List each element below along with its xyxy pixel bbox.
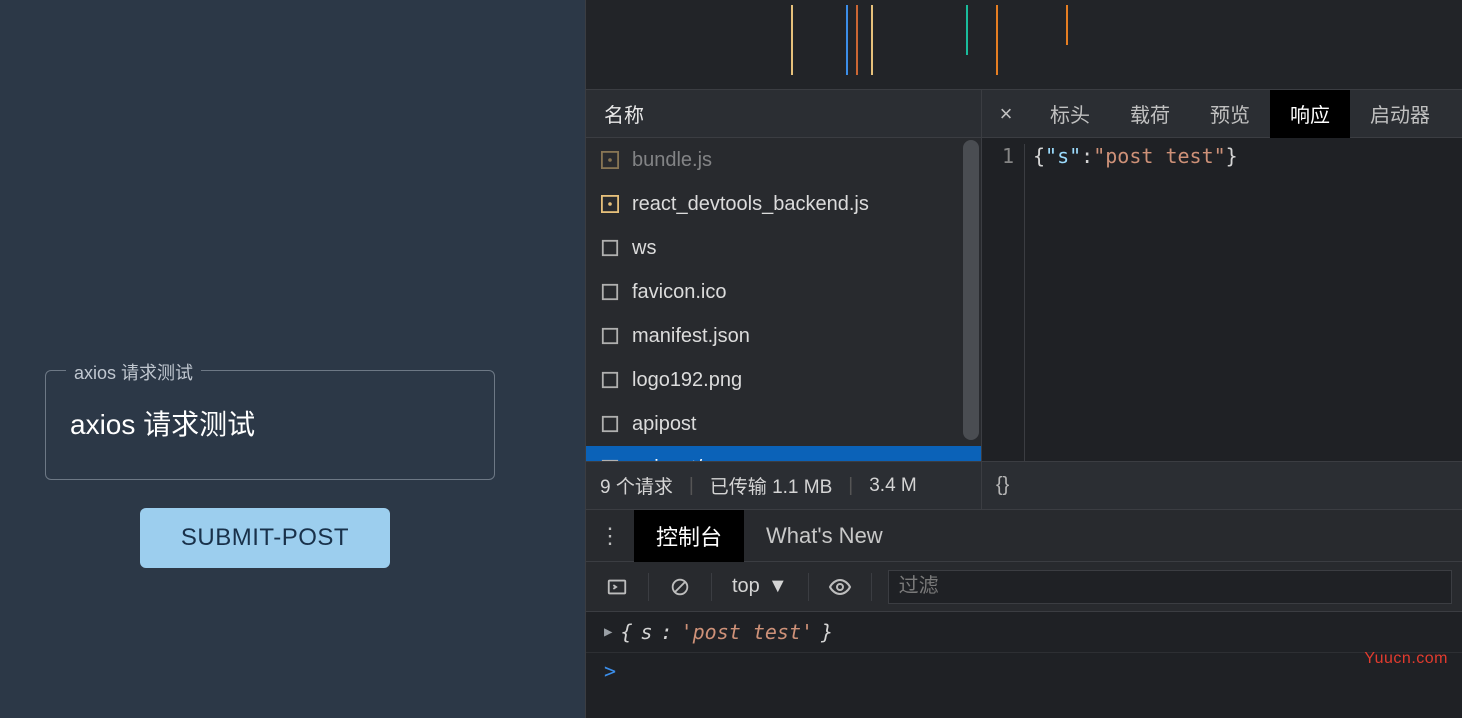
console-prompt[interactable]: >: [586, 653, 1462, 689]
pretty-print-bar[interactable]: {}: [982, 461, 1462, 509]
fieldset-legend: axios 请求测试: [66, 359, 201, 385]
timeline-marker: [1066, 5, 1068, 45]
timeline-marker: [846, 5, 848, 75]
network-pane: 名称 bundle.js react_devtools_backend.jsws f…: [586, 90, 1462, 510]
request-name: manifest.json: [632, 325, 750, 348]
network-column-header-name[interactable]: 名称: [586, 90, 981, 138]
document-file-icon: [600, 370, 620, 390]
close-icon[interactable]: ×: [982, 90, 1030, 138]
script-file-icon: [600, 194, 620, 214]
kebab-menu-icon[interactable]: ⋮: [586, 510, 634, 562]
request-name: apipost/: [632, 457, 702, 462]
tab-预览[interactable]: 预览: [1190, 90, 1270, 138]
request-name: react_devtools_backend.js: [632, 193, 869, 216]
watermark: Yuucn.com: [1364, 650, 1448, 668]
network-request-row[interactable]: logo192.png: [586, 358, 981, 402]
clear-console-icon[interactable]: [659, 569, 701, 605]
console-toolbar: top ▼: [586, 562, 1462, 612]
timeline-marker: [966, 5, 968, 55]
network-detail-panel: × 标头载荷预览响应启动器 1 {"s":"post test"} {}: [982, 90, 1462, 509]
request-name: apipost: [632, 413, 697, 436]
submit-post-button[interactable]: SUBMIT-POST: [140, 508, 390, 568]
response-json: {"s":"post test"}: [1024, 144, 1238, 461]
tab-响应[interactable]: 响应: [1270, 90, 1350, 138]
tab-载荷[interactable]: 载荷: [1110, 90, 1190, 138]
document-file-icon: [600, 414, 620, 434]
tab-console[interactable]: 控制台: [634, 510, 744, 562]
document-file-icon: [600, 326, 620, 346]
network-request-list[interactable]: bundle.js react_devtools_backend.jsws favi…: [586, 138, 981, 461]
axios-fieldset: axios 请求测试 axios 请求测试: [45, 370, 495, 480]
request-name: bundle.js: [632, 149, 712, 172]
console-sidebar-toggle-icon[interactable]: [596, 569, 638, 605]
network-timeline[interactable]: [586, 0, 1462, 90]
network-request-row[interactable]: favicon.ico: [586, 270, 981, 314]
request-name: favicon.ico: [632, 281, 727, 304]
network-request-row[interactable]: bundle.js: [586, 138, 981, 182]
timeline-marker: [791, 5, 793, 75]
line-number: 1: [982, 144, 1024, 461]
network-summary: 9 个请求 | 已传输 1.1 MB | 3.4 M: [586, 461, 981, 509]
network-requests-column: 名称 bundle.js react_devtools_backend.jsws f…: [586, 90, 982, 509]
drawer-tabs: ⋮ 控制台 What's New: [586, 510, 1462, 562]
execution-context-selector[interactable]: top ▼: [722, 575, 798, 598]
network-request-row[interactable]: react_devtools_backend.js: [586, 182, 981, 226]
document-file-icon: [600, 238, 620, 258]
document-file-icon: [600, 282, 620, 302]
scrollbar[interactable]: [963, 140, 979, 440]
detail-tabs: × 标头载荷预览响应启动器: [982, 90, 1462, 138]
console-filter-input[interactable]: [888, 570, 1452, 604]
tab-标头[interactable]: 标头: [1030, 90, 1110, 138]
tab-启动器[interactable]: 启动器: [1350, 90, 1450, 138]
app-panel: axios 请求测试 axios 请求测试 SUBMIT-POST: [0, 0, 585, 718]
script-file-icon: [600, 150, 620, 170]
network-request-row[interactable]: apipost/: [586, 446, 981, 461]
console-body[interactable]: ▶ {s: 'post test'} >: [586, 612, 1462, 718]
prompt-caret-icon: >: [604, 659, 616, 683]
console-log-row[interactable]: ▶ {s: 'post test'}: [586, 612, 1462, 653]
expand-caret-icon[interactable]: ▶: [604, 624, 612, 640]
network-request-row[interactable]: manifest.json: [586, 314, 981, 358]
devtools-panel: 名称 bundle.js react_devtools_backend.jsws f…: [585, 0, 1462, 718]
tab-whats-new[interactable]: What's New: [744, 510, 905, 562]
network-request-row[interactable]: apipost: [586, 402, 981, 446]
response-body[interactable]: 1 {"s":"post test"}: [982, 138, 1462, 461]
summary-request-count: 9 个请求: [600, 472, 673, 499]
request-name: logo192.png: [632, 369, 742, 392]
timeline-marker: [871, 5, 873, 75]
document-file-icon: [600, 458, 620, 461]
timeline-marker: [996, 5, 998, 75]
live-expression-icon[interactable]: [819, 569, 861, 605]
network-request-row[interactable]: ws: [586, 226, 981, 270]
fieldset-text: axios 请求测试: [46, 371, 494, 475]
timeline-marker: [856, 5, 858, 75]
braces-icon[interactable]: {}: [996, 474, 1009, 497]
chevron-down-icon: ▼: [768, 575, 788, 598]
summary-transferred: 已传输 1.1 MB: [710, 472, 832, 499]
summary-time: 3.4 M: [869, 475, 917, 497]
request-name: ws: [632, 237, 656, 260]
